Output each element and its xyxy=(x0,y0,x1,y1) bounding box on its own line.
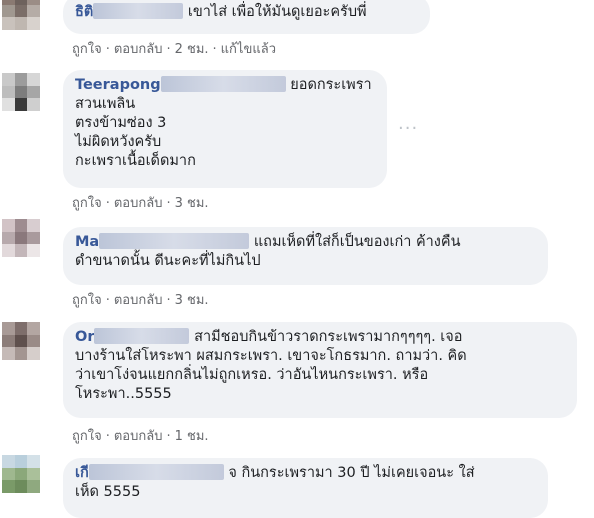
commenter-name[interactable]: เกี xyxy=(75,464,224,481)
reply-button[interactable]: ตอบกลับ xyxy=(114,196,163,211)
timestamp[interactable]: 1 ชม. xyxy=(175,429,209,444)
comment-bubble: Teerapong ยอดกระเพรา สวนเพลิน ตรงข้ามซ่อ… xyxy=(63,70,387,188)
timestamp[interactable]: 3 ชม. xyxy=(175,196,209,211)
comment-actions: ถูกใจ · ตอบกลับ · 3 ชม. xyxy=(72,196,209,211)
avatar[interactable] xyxy=(2,322,40,360)
reply-button[interactable]: ตอบกลับ xyxy=(114,293,163,308)
edited-label[interactable]: แก้ไขแล้ว xyxy=(221,42,276,57)
comment-text: กะเพราเนื้อเด็ดมาก xyxy=(75,153,196,169)
comment-actions: ถูกใจ · ตอบกลับ · 3 ชม. xyxy=(72,293,209,308)
commenter-name[interactable]: Or xyxy=(75,328,190,345)
comment-text: เขาไส่ เพื่อให้มันดูเยอะครับพี่ xyxy=(187,4,367,20)
like-button[interactable]: ถูกใจ xyxy=(72,429,102,444)
comment-text: บางร้านใส่โหระพา ผสมกระเพรา. เขาจะโกธรมา… xyxy=(75,348,467,364)
comment-text: สวนเพลิน xyxy=(75,96,136,112)
avatar[interactable] xyxy=(2,455,40,493)
timestamp[interactable]: 2 ชม. xyxy=(175,42,209,57)
reply-button[interactable]: ตอบกลับ xyxy=(114,42,163,57)
reply-button[interactable]: ตอบกลับ xyxy=(114,429,163,444)
comment-bubble: ธิติ เขาไส่ เพื่อให้มันดูเยอะครับพี่ xyxy=(63,0,430,34)
comment-actions: ถูกใจ · ตอบกลับ · 1 ชม. xyxy=(72,429,209,444)
like-button[interactable]: ถูกใจ xyxy=(72,42,102,57)
avatar[interactable] xyxy=(2,73,40,111)
comment-text: สามีชอบกินข้าวราดกระเพรามากๆๆๆๆ. เจอ xyxy=(194,329,463,345)
comment-text: ไม่ผิดหวังครับ xyxy=(75,134,162,150)
avatar[interactable] xyxy=(2,0,40,30)
comment-text: ตรงข้ามซ่อง 3 xyxy=(75,115,167,131)
comment-bubble: Ma แถมเห็ดที่ใส่ก็เป็นของเก่า ค้างคืน ดำ… xyxy=(63,227,548,285)
comment-text: ว่าเขาโง่จนแยกกลิ่นไม่ถูกเหรอ. ว่าอันไหน… xyxy=(75,367,429,383)
like-button[interactable]: ถูกใจ xyxy=(72,196,102,211)
comment-text: โหระพา..5555 xyxy=(75,386,172,402)
like-button[interactable]: ถูกใจ xyxy=(72,293,102,308)
comment-text: ยอดกระเพรา xyxy=(290,77,372,93)
comment-text: ดำขนาดนั้น ดีนะคะที่ไม่กินไป xyxy=(75,253,261,269)
commenter-name[interactable]: ธิติ xyxy=(75,3,184,20)
commenter-name[interactable]: Ma xyxy=(75,233,250,250)
avatar[interactable] xyxy=(2,219,40,257)
comment-text: จ กินกระเพรามา 30 ปี ไม่เคยเจอนะ ใส่ xyxy=(228,465,475,481)
comment-1: ธิติ เขาไส่ เพื่อให้มันดูเยอะครับพี่ ถูก… xyxy=(0,0,594,64)
more-options-icon[interactable]: ··· xyxy=(398,118,418,139)
comment-bubble: เกี จ กินกระเพรามา 30 ปี ไม่เคยเจอนะ ใส่… xyxy=(63,458,548,518)
comment-text: เห็ด 5555 xyxy=(75,484,141,500)
timestamp[interactable]: 3 ชม. xyxy=(175,293,209,308)
comment-actions: ถูกใจ · ตอบกลับ · 2 ชม. · แก้ไขแล้ว xyxy=(72,42,276,57)
comment-bubble: Or สามีชอบกินข้าวราดกระเพรามากๆๆๆๆ. เจอ … xyxy=(63,322,577,418)
commenter-name[interactable]: Teerapong xyxy=(75,76,286,93)
comment-text: แถมเห็ดที่ใส่ก็เป็นของเก่า ค้างคืน xyxy=(253,234,461,250)
